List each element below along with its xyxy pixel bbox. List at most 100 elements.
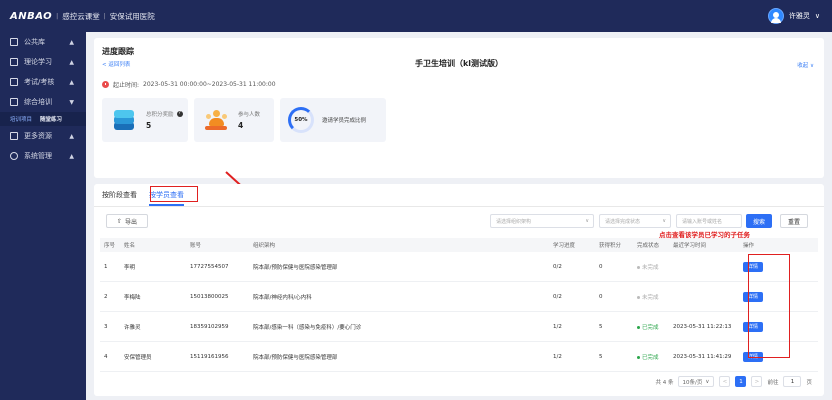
row-status: 已完成: [633, 323, 669, 331]
status-text: 已完成: [642, 354, 659, 361]
row-name: 李梅陆: [124, 294, 141, 301]
upload-icon: ⇧: [116, 217, 122, 225]
page-number[interactable]: 1: [735, 376, 747, 387]
table-row: 3 许雅灵 18359102959 院本部/感染一科（感染与免疫科）/要心门诊 …: [100, 312, 818, 342]
page-size-select[interactable]: 10条/页 ∨: [678, 376, 715, 387]
page-title: 进度跟踪: [102, 47, 134, 56]
chevron-down-icon: ∨: [705, 378, 710, 385]
clock-icon: [102, 81, 109, 88]
row-account: 15119161956: [190, 353, 229, 360]
row-account: 18359102959: [190, 323, 229, 330]
col-header: 获得积分: [599, 243, 622, 249]
org-placeholder: 请选择组织架构: [496, 218, 532, 225]
chevron-down-icon: ∨: [585, 218, 589, 224]
col-header: 最近学习时间: [673, 243, 707, 249]
sidebar-item-label: 综合培训: [24, 98, 52, 106]
app: ANBAO | 感控云课堂 | 安保试用医院 许雅灵 ∨ 公共库 ▲ 理论学习 …: [0, 0, 832, 400]
row-progress: 0/2: [553, 263, 562, 270]
row-points: 0: [599, 263, 603, 270]
points-label: 总积分奖励: [146, 112, 174, 118]
sidebar-subitem-practice[interactable]: 随堂练习: [40, 115, 62, 123]
row-org: 院本部/神经内科/心内科: [253, 294, 312, 301]
table-row: 4 安保管理员 15119161956 院本部/预防保健与医院感染管理部 1/2…: [100, 342, 818, 372]
row-name: 安保管理员: [124, 354, 152, 361]
status-dot-icon: [637, 325, 640, 329]
export-button[interactable]: ⇧ 导出: [106, 214, 148, 228]
sidebar-item-public-library[interactable]: 公共库 ▲: [0, 32, 86, 52]
sidebar: 公共库 ▲ 理论学习 ▲ 考试/考核 ▲ 综合培训 ▼ 培训项目 随堂练习 更多…: [0, 32, 86, 400]
sidebar-item-label: 系统管理: [24, 152, 52, 160]
org-select[interactable]: 请选择组织架构 ∨: [490, 214, 594, 228]
row-name: 许雅灵: [124, 324, 141, 331]
brand-separator: |: [56, 12, 59, 20]
sidebar-item-label: 公共库: [24, 38, 45, 46]
caret-icon: ▼: [69, 98, 74, 106]
sidebar-item-system[interactable]: 系统管理 ▲: [0, 146, 86, 166]
brand-name: 感控云课堂: [62, 11, 100, 21]
row-points: 0: [599, 293, 603, 300]
sidebar-item-resources[interactable]: 更多资源 ▲: [0, 126, 86, 146]
course-title: 手卫生培训（kl测试版）: [414, 59, 504, 68]
hospital-name: 安保试用医院: [109, 11, 155, 21]
export-label: 导出: [125, 218, 138, 226]
user-menu[interactable]: 许雅灵 ∨: [767, 8, 820, 24]
caret-icon: ▲: [69, 38, 74, 46]
exam-icon: [10, 78, 18, 86]
row-no: 4: [104, 353, 108, 360]
brand-separator: |: [103, 12, 106, 20]
search-placeholder: 请输入账号或姓名: [682, 218, 723, 225]
collapse-toggle[interactable]: 收起 ∨: [797, 61, 814, 69]
col-header: 操作: [743, 243, 755, 249]
tab-by-stage[interactable]: 按阶段查看: [102, 190, 137, 206]
tab-divider: [94, 206, 824, 207]
col-header: 姓名: [124, 243, 136, 249]
annotation-tab-highlight: [150, 186, 198, 202]
row-org: 院本部/预防保健与医院感染管理部: [253, 264, 338, 271]
detail-card: 按阶段查看 按学员查看 ⇧ 导出 请选择组织架构 ∨ 请选择完成状态 ∨ 请输入…: [94, 184, 824, 396]
search-input[interactable]: 请输入账号或姓名: [676, 214, 742, 228]
stat-completion: 50% 邀请学员完成比例: [280, 98, 386, 142]
sidebar-subitem-project[interactable]: 培训项目: [10, 115, 32, 123]
status-text: 未完成: [642, 294, 659, 301]
sidebar-item-theory[interactable]: 理论学习 ▲: [0, 52, 86, 72]
caret-icon: ▲: [69, 58, 74, 66]
page-unit: 页: [806, 379, 812, 386]
gear-icon: [10, 152, 18, 160]
row-progress: 1/2: [553, 323, 562, 330]
search-button[interactable]: 搜索: [746, 214, 772, 228]
help-icon[interactable]: ?: [176, 111, 183, 117]
col-header: 完成状态: [637, 243, 660, 249]
time-range-row: 起止时间: 2023-05-31 00:00:00~2023-05-31 11:…: [102, 80, 276, 89]
table-row: 2 李梅陆 15013800025 院本部/神经内科/心内科 0/2 0 未完成…: [100, 282, 818, 312]
row-last-study: 2023-05-31 11:41:29: [673, 353, 732, 360]
row-points: 5: [599, 323, 603, 330]
progress-ring: 50%: [288, 107, 314, 133]
chevron-down-icon: ∨: [814, 12, 820, 20]
goto-page-input[interactable]: 1: [783, 376, 802, 387]
sidebar-item-training[interactable]: 综合培训 ▼: [0, 92, 86, 112]
goto-label: 前往: [767, 379, 779, 386]
sidebar-item-exam[interactable]: 考试/考核 ▲: [0, 72, 86, 92]
table-row: 1 李明 17727554507 院本部/预防保健与医院感染管理部 0/2 0 …: [100, 252, 818, 282]
prev-page-button[interactable]: <: [719, 376, 731, 387]
status-select[interactable]: 请选择完成状态 ∨: [599, 214, 671, 228]
top-bar: ANBAO | 感控云课堂 | 安保试用医院 许雅灵 ∨: [0, 0, 832, 32]
row-status: 未完成: [633, 263, 669, 271]
row-progress: 0/2: [553, 293, 562, 300]
col-header: 学习进度: [553, 243, 576, 249]
row-no: 1: [104, 263, 108, 270]
next-page-button[interactable]: >: [751, 376, 763, 387]
library-icon: [10, 38, 18, 46]
row-no: 2: [104, 293, 108, 300]
row-status: 未完成: [633, 293, 669, 301]
col-header: 组织架构: [253, 243, 276, 249]
annotation-action-highlight: [748, 254, 790, 358]
time-label: 起止时间:: [113, 82, 140, 89]
total-count: 共 4 条: [655, 379, 674, 386]
user-name: 许雅灵: [788, 12, 810, 20]
status-dot-icon: [637, 295, 640, 299]
stat-points: 总积分奖励 ? 5: [102, 98, 188, 142]
stat-label: 总积分奖励 ?: [146, 110, 183, 118]
pagination: 共 4 条 10条/页 ∨ < 1 > 前往 1 页: [655, 376, 812, 387]
reset-button[interactable]: 重置: [780, 214, 808, 228]
